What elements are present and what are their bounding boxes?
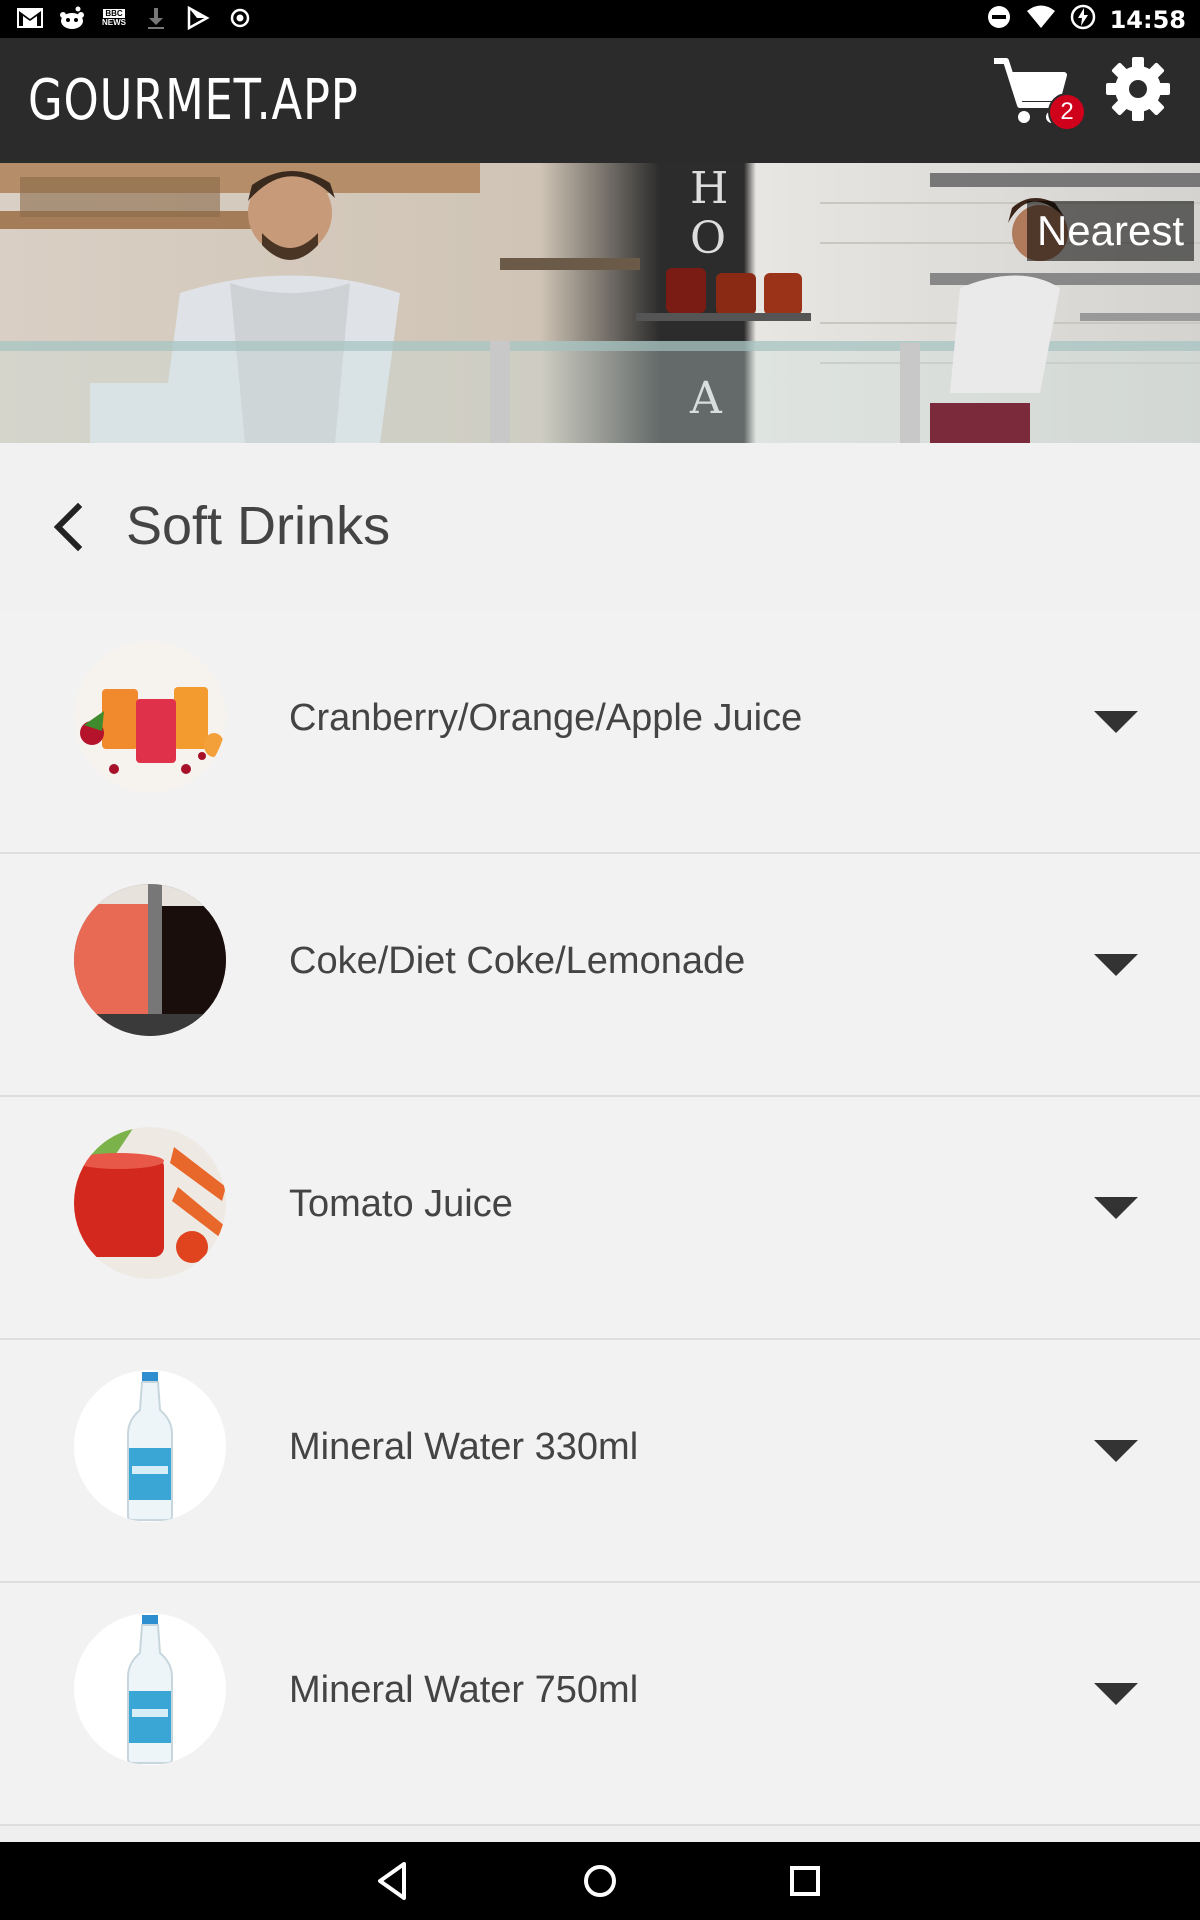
status-bar: BBC NEWS 14:58 (0, 0, 1200, 38)
caret-down-icon (1094, 1197, 1138, 1219)
system-icons: 14:58 (986, 4, 1186, 35)
item-thumbnail (74, 1370, 226, 1522)
expand-button[interactable] (1092, 1679, 1140, 1709)
caret-down-icon (1094, 1683, 1138, 1705)
news-label: NEWS (102, 18, 126, 27)
app-title: GOURMET.APP (28, 68, 359, 133)
nav-home-button[interactable] (577, 1858, 623, 1904)
do-not-disturb-icon (986, 4, 1012, 35)
record-icon (226, 5, 254, 31)
back-button[interactable] (48, 499, 96, 555)
flipboard-icon (184, 5, 212, 31)
settings-button[interactable] (1105, 56, 1175, 126)
item-thumbnail (74, 641, 226, 793)
reddit-icon (58, 5, 86, 31)
wifi-icon (1026, 4, 1056, 35)
triangle-back-icon (378, 1862, 406, 1900)
caret-down-icon (1094, 954, 1138, 976)
location-filter-tag[interactable]: Nearest (1026, 201, 1194, 261)
list-item[interactable]: Tomato Juice (0, 1097, 1200, 1340)
circle-home-icon (584, 1865, 616, 1897)
item-thumbnail (74, 884, 226, 1036)
nav-back-button[interactable] (370, 1858, 416, 1904)
list-item[interactable]: Cranberry/Orange/Apple Juice (0, 611, 1200, 854)
caret-down-icon (1094, 1440, 1138, 1462)
list-item[interactable]: Coke/Diet Coke/Lemonade (0, 854, 1200, 1097)
category-header: Soft Drinks (0, 443, 1200, 613)
chevron-left-icon (53, 502, 83, 552)
caret-down-icon (1094, 711, 1138, 733)
nav-recents-button[interactable] (782, 1858, 828, 1904)
cola-glasses-image (74, 884, 226, 1036)
cart-button[interactable]: 2 (990, 53, 1086, 143)
expand-button[interactable] (1092, 950, 1140, 980)
item-name: Cranberry/Orange/Apple Juice (289, 697, 803, 739)
juice-glasses-image (74, 641, 226, 793)
square-recents-icon (790, 1866, 820, 1896)
svg-text:H: H (690, 163, 728, 214)
expand-button[interactable] (1092, 707, 1140, 737)
item-thumbnail (74, 1127, 226, 1279)
item-name: Tomato Juice (289, 1183, 513, 1225)
gear-icon (1106, 57, 1170, 121)
item-name: Mineral Water 750ml (289, 1669, 639, 1711)
cart-count-badge: 2 (1048, 93, 1086, 131)
battery-charging-icon (1070, 4, 1096, 35)
water-bottle-image (74, 1613, 226, 1765)
hero-banner: H O A Nearest (0, 163, 1200, 443)
bbc-label: BBC (103, 9, 125, 18)
bbc-news-icon: BBC NEWS (100, 5, 128, 31)
tomato-juice-image (74, 1127, 226, 1279)
download-icon (142, 5, 170, 31)
notification-icons: BBC NEWS (16, 5, 254, 31)
cafe-counter-photo: H O A (0, 163, 1200, 443)
svg-text:O: O (690, 213, 726, 264)
clock: 14:58 (1109, 5, 1186, 34)
menu-item-list: Cranberry/Orange/Apple Juice Coke/Diet C… (0, 611, 1200, 1826)
item-name: Mineral Water 330ml (289, 1426, 639, 1468)
expand-button[interactable] (1092, 1193, 1140, 1223)
water-bottle-image (74, 1370, 226, 1522)
list-item[interactable]: Mineral Water 750ml (0, 1583, 1200, 1826)
app-bar: GOURMET.APP 2 (0, 38, 1200, 163)
item-name: Coke/Diet Coke/Lemonade (289, 940, 746, 982)
gmail-icon (16, 5, 44, 31)
category-title: Soft Drinks (126, 496, 391, 556)
system-nav-bar (0, 1842, 1200, 1920)
item-thumbnail (74, 1613, 226, 1765)
expand-button[interactable] (1092, 1436, 1140, 1466)
list-item[interactable]: Mineral Water 330ml (0, 1340, 1200, 1583)
